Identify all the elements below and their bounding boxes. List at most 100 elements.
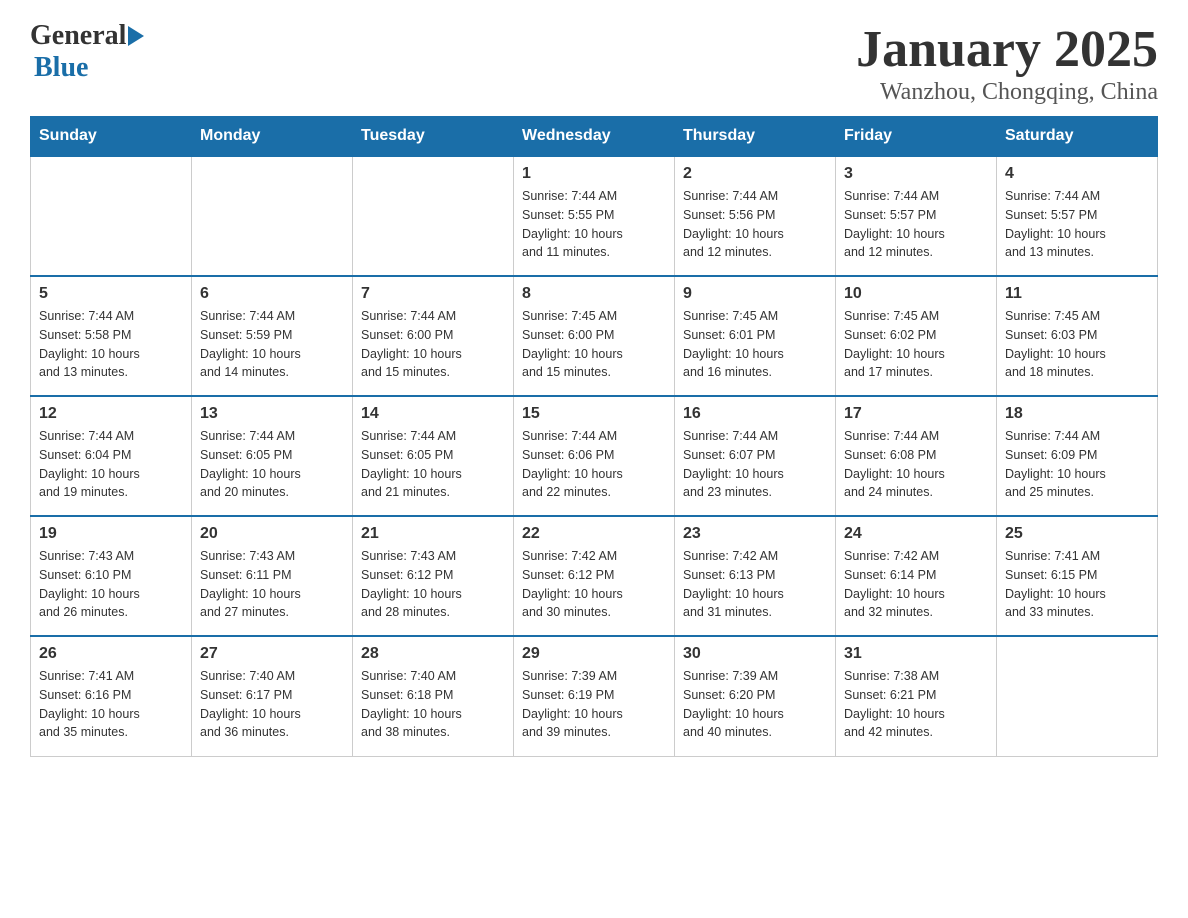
day-number: 10 [844,285,988,303]
day-info: Sunrise: 7:38 AM Sunset: 6:21 PM Dayligh… [844,667,988,742]
day-number: 2 [683,165,827,183]
day-info: Sunrise: 7:44 AM Sunset: 5:59 PM Dayligh… [200,307,344,382]
day-number: 14 [361,405,505,423]
calendar-cell: 28 Sunrise: 7:40 AM Sunset: 6:18 PM Dayli… [353,636,514,756]
location-subtitle: Wanzhou, Chongqing, China [856,79,1158,106]
day-number: 26 [39,645,183,663]
calendar-cell: 5 Sunrise: 7:44 AM Sunset: 5:58 PM Daylig… [31,276,192,396]
day-number: 1 [522,165,666,183]
day-number: 7 [361,285,505,303]
day-number: 31 [844,645,988,663]
calendar-cell: 21 Sunrise: 7:43 AM Sunset: 6:12 PM Dayli… [353,516,514,636]
calendar-cell: 3 Sunrise: 7:44 AM Sunset: 5:57 PM Daylig… [836,156,997,276]
day-number: 18 [1005,405,1149,423]
day-number: 16 [683,405,827,423]
day-number: 30 [683,645,827,663]
day-header-friday: Friday [836,117,997,157]
day-header-thursday: Thursday [675,117,836,157]
day-number: 19 [39,525,183,543]
logo: General Blue [30,20,144,84]
day-info: Sunrise: 7:45 AM Sunset: 6:03 PM Dayligh… [1005,307,1149,382]
day-info: Sunrise: 7:45 AM Sunset: 6:01 PM Dayligh… [683,307,827,382]
calendar-body: 1 Sunrise: 7:44 AM Sunset: 5:55 PM Daylig… [31,156,1158,756]
calendar-cell: 11 Sunrise: 7:45 AM Sunset: 6:03 PM Dayli… [997,276,1158,396]
calendar-cell [192,156,353,276]
calendar-week-5: 26 Sunrise: 7:41 AM Sunset: 6:16 PM Dayli… [31,636,1158,756]
day-info: Sunrise: 7:44 AM Sunset: 6:08 PM Dayligh… [844,427,988,502]
day-info: Sunrise: 7:44 AM Sunset: 5:57 PM Dayligh… [1005,187,1149,262]
day-info: Sunrise: 7:44 AM Sunset: 6:06 PM Dayligh… [522,427,666,502]
day-number: 24 [844,525,988,543]
day-info: Sunrise: 7:41 AM Sunset: 6:16 PM Dayligh… [39,667,183,742]
calendar-cell: 14 Sunrise: 7:44 AM Sunset: 6:05 PM Dayli… [353,396,514,516]
calendar-cell: 30 Sunrise: 7:39 AM Sunset: 6:20 PM Dayli… [675,636,836,756]
main-title: January 2025 [856,20,1158,79]
day-info: Sunrise: 7:44 AM Sunset: 6:05 PM Dayligh… [361,427,505,502]
calendar-cell: 29 Sunrise: 7:39 AM Sunset: 6:19 PM Dayli… [514,636,675,756]
calendar-cell: 20 Sunrise: 7:43 AM Sunset: 6:11 PM Dayli… [192,516,353,636]
logo-arrow-icon [128,26,144,46]
day-info: Sunrise: 7:43 AM Sunset: 6:11 PM Dayligh… [200,547,344,622]
calendar-cell: 25Sunrise: 7:41 AM Sunset: 6:15 PM Dayli… [997,516,1158,636]
calendar-cell: 6 Sunrise: 7:44 AM Sunset: 5:59 PM Daylig… [192,276,353,396]
day-info: Sunrise: 7:39 AM Sunset: 6:20 PM Dayligh… [683,667,827,742]
calendar-cell: 1 Sunrise: 7:44 AM Sunset: 5:55 PM Daylig… [514,156,675,276]
calendar-header: SundayMondayTuesdayWednesdayThursdayFrid… [31,117,1158,157]
calendar-cell: 27Sunrise: 7:40 AM Sunset: 6:17 PM Dayli… [192,636,353,756]
title-block: January 2025 Wanzhou, Chongqing, China [856,20,1158,106]
calendar-cell: 4 Sunrise: 7:44 AM Sunset: 5:57 PM Daylig… [997,156,1158,276]
day-info: Sunrise: 7:40 AM Sunset: 6:18 PM Dayligh… [361,667,505,742]
calendar-cell: 18Sunrise: 7:44 AM Sunset: 6:09 PM Dayli… [997,396,1158,516]
calendar-cell: 19 Sunrise: 7:43 AM Sunset: 6:10 PM Dayli… [31,516,192,636]
calendar-week-1: 1 Sunrise: 7:44 AM Sunset: 5:55 PM Daylig… [31,156,1158,276]
calendar-cell: 31 Sunrise: 7:38 AM Sunset: 6:21 PM Dayli… [836,636,997,756]
day-number: 20 [200,525,344,543]
day-number: 22 [522,525,666,543]
day-info: Sunrise: 7:42 AM Sunset: 6:14 PM Dayligh… [844,547,988,622]
day-info: Sunrise: 7:43 AM Sunset: 6:10 PM Dayligh… [39,547,183,622]
calendar-week-2: 5 Sunrise: 7:44 AM Sunset: 5:58 PM Daylig… [31,276,1158,396]
day-header-tuesday: Tuesday [353,117,514,157]
day-number: 12 [39,405,183,423]
day-header-wednesday: Wednesday [514,117,675,157]
logo-blue-text: Blue [34,52,88,83]
calendar-cell: 7Sunrise: 7:44 AM Sunset: 6:00 PM Daylig… [353,276,514,396]
page-header: General Blue January 2025 Wanzhou, Chong… [30,20,1158,106]
day-number: 4 [1005,165,1149,183]
day-number: 25 [1005,525,1149,543]
calendar-cell: 24 Sunrise: 7:42 AM Sunset: 6:14 PM Dayli… [836,516,997,636]
day-number: 8 [522,285,666,303]
calendar-cell: 9Sunrise: 7:45 AM Sunset: 6:01 PM Daylig… [675,276,836,396]
day-info: Sunrise: 7:44 AM Sunset: 5:58 PM Dayligh… [39,307,183,382]
calendar-cell: 16 Sunrise: 7:44 AM Sunset: 6:07 PM Dayli… [675,396,836,516]
calendar-cell: 26 Sunrise: 7:41 AM Sunset: 6:16 PM Dayli… [31,636,192,756]
calendar-cell: 22 Sunrise: 7:42 AM Sunset: 6:12 PM Dayli… [514,516,675,636]
day-number: 3 [844,165,988,183]
day-info: Sunrise: 7:44 AM Sunset: 6:07 PM Dayligh… [683,427,827,502]
day-number: 5 [39,285,183,303]
day-number: 29 [522,645,666,663]
day-info: Sunrise: 7:39 AM Sunset: 6:19 PM Dayligh… [522,667,666,742]
day-info: Sunrise: 7:45 AM Sunset: 6:02 PM Dayligh… [844,307,988,382]
day-info: Sunrise: 7:42 AM Sunset: 6:12 PM Dayligh… [522,547,666,622]
day-number: 21 [361,525,505,543]
day-header-monday: Monday [192,117,353,157]
calendar-week-3: 12Sunrise: 7:44 AM Sunset: 6:04 PM Dayli… [31,396,1158,516]
day-info: Sunrise: 7:43 AM Sunset: 6:12 PM Dayligh… [361,547,505,622]
day-number: 28 [361,645,505,663]
day-number: 11 [1005,285,1149,303]
calendar-cell: 13Sunrise: 7:44 AM Sunset: 6:05 PM Dayli… [192,396,353,516]
day-number: 27 [200,645,344,663]
calendar-table: SundayMondayTuesdayWednesdayThursdayFrid… [30,116,1158,757]
day-info: Sunrise: 7:44 AM Sunset: 5:57 PM Dayligh… [844,187,988,262]
day-header-saturday: Saturday [997,117,1158,157]
calendar-week-4: 19 Sunrise: 7:43 AM Sunset: 6:10 PM Dayli… [31,516,1158,636]
calendar-cell: 10 Sunrise: 7:45 AM Sunset: 6:02 PM Dayli… [836,276,997,396]
day-number: 6 [200,285,344,303]
calendar-cell: 2 Sunrise: 7:44 AM Sunset: 5:56 PM Daylig… [675,156,836,276]
day-number: 17 [844,405,988,423]
day-info: Sunrise: 7:44 AM Sunset: 5:56 PM Dayligh… [683,187,827,262]
day-number: 15 [522,405,666,423]
logo-general-text: General [30,20,126,52]
day-info: Sunrise: 7:44 AM Sunset: 5:55 PM Dayligh… [522,187,666,262]
